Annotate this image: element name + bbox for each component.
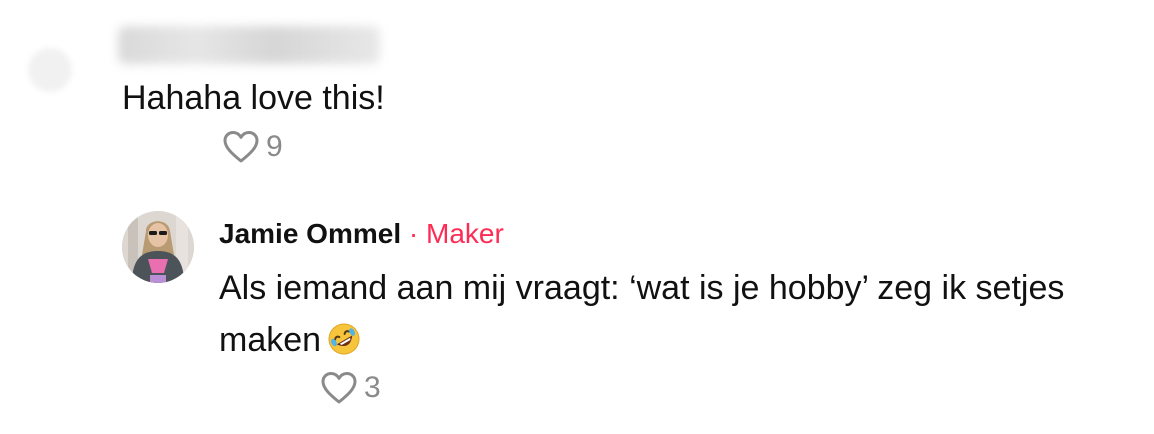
heart-icon[interactable]: [222, 130, 260, 164]
avatar[interactable]: [122, 211, 194, 283]
comment-header: Jamie Ommel · Maker: [219, 216, 504, 252]
like-count: 3: [364, 371, 381, 404]
like-button[interactable]: 3: [320, 371, 381, 405]
avatar[interactable]: [28, 48, 72, 92]
separator-dot: ·: [408, 218, 419, 249]
like-count: 9: [266, 130, 283, 163]
comment-body: Als iemand aan mij vraagt: ‘wat is je ho…: [219, 262, 1139, 371]
comment-username-blurred[interactable]: [118, 26, 380, 64]
creator-badge: Maker: [426, 218, 504, 249]
rolling-laughing-emoji-icon: [327, 319, 361, 371]
heart-icon[interactable]: [320, 371, 358, 405]
comment-username[interactable]: Jamie Ommel: [219, 218, 401, 249]
comment-text: Hahaha love this!: [122, 79, 385, 117]
like-button[interactable]: 9: [222, 130, 283, 164]
